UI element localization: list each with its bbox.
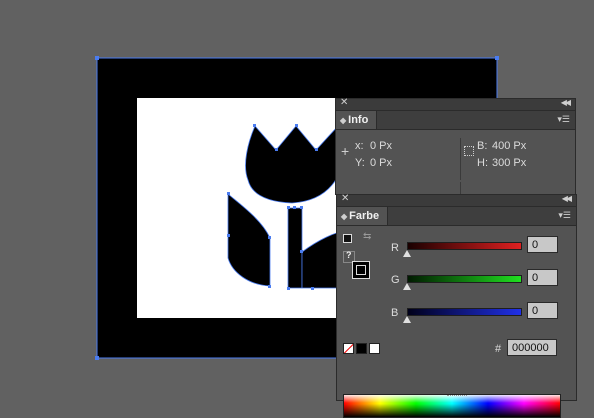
tab-toggle-icon: ◆ <box>341 212 348 221</box>
blue-slider[interactable] <box>407 308 522 316</box>
y-value: 0 Px <box>370 157 393 169</box>
height-label: H: <box>477 157 488 169</box>
close-icon[interactable]: ✕ <box>340 97 348 108</box>
hex-value-field[interactable]: 000000 <box>507 339 557 356</box>
blue-label: B <box>391 307 399 319</box>
width-value: 400 Px <box>492 140 527 152</box>
x-label: x: <box>355 140 364 152</box>
info-panel-body: + x: 0 Px Y: 0 Px B: 400 Px H: 300 Px <box>336 130 575 196</box>
width-label: B: <box>477 140 488 152</box>
black-swatch[interactable] <box>356 343 367 354</box>
tab-farbe-label: Farbe <box>349 210 380 222</box>
tab-info[interactable]: ◆ Info <box>336 111 378 129</box>
white-swatch[interactable] <box>369 343 380 354</box>
blue-value-field[interactable]: 0 <box>527 302 558 319</box>
close-icon[interactable]: ✕ <box>341 193 349 204</box>
green-slider-thumb[interactable] <box>403 283 411 290</box>
out-of-gamut-mark: ? <box>346 250 352 260</box>
farbe-panel-titlebar[interactable]: ✕ ◀◀ <box>337 193 576 207</box>
none-swatch[interactable] <box>343 343 354 354</box>
panel-menu-icon[interactable]: ▾☰ <box>557 114 570 125</box>
red-slider-thumb[interactable] <box>403 250 411 257</box>
panel-menu-icon[interactable]: ▾☰ <box>558 210 571 221</box>
red-value-field[interactable]: 0 <box>527 236 558 253</box>
green-label: G <box>391 274 400 286</box>
hex-label: # <box>495 343 502 355</box>
info-divider-lower <box>460 182 461 194</box>
fill-stroke-icon[interactable] <box>352 261 370 279</box>
collapse-icon[interactable]: ◀◀ <box>561 98 571 107</box>
info-panel: ✕ ◀◀ ◆ Info ▾☰ + x: 0 Px Y: 0 Px B: 400 P… <box>335 97 576 196</box>
green-slider[interactable] <box>407 275 522 283</box>
red-slider[interactable] <box>407 242 522 250</box>
bounding-box-icon <box>464 146 474 156</box>
info-panel-titlebar[interactable]: ✕ ◀◀ <box>336 97 575 111</box>
tab-toggle-icon: ◆ <box>340 116 347 125</box>
farbe-panel: ✕ ◀◀ ◆ Farbe ▾☰ ⇆ ? R 0 G 0 B 0 # 000000 <box>336 193 577 418</box>
crosshair-icon: + <box>341 143 350 159</box>
farbe-tabbar: ◆ Farbe ▾☰ <box>337 207 576 226</box>
default-colors-icon[interactable] <box>343 234 352 243</box>
swap-icon[interactable]: ⇆ <box>363 231 371 242</box>
green-value-field[interactable]: 0 <box>527 269 558 286</box>
resize-grip-icon[interactable] <box>447 395 467 398</box>
info-tabbar: ◆ Info ▾☰ <box>336 111 575 130</box>
y-label: Y: <box>355 157 365 169</box>
tab-farbe[interactable]: ◆ Farbe <box>337 207 389 225</box>
tulip-flower <box>245 125 342 204</box>
red-label: R <box>391 242 399 254</box>
info-divider <box>460 138 461 180</box>
farbe-panel-body: ⇆ ? R 0 G 0 B 0 # 000000 <box>337 226 576 418</box>
tulip-left-leaf <box>227 193 271 287</box>
height-value: 300 Px <box>492 157 527 169</box>
tulip-stem <box>287 207 303 289</box>
blue-slider-thumb[interactable] <box>403 316 411 323</box>
collapse-icon[interactable]: ◀◀ <box>562 194 572 203</box>
x-value: 0 Px <box>370 140 393 152</box>
tab-info-label: Info <box>348 114 369 126</box>
